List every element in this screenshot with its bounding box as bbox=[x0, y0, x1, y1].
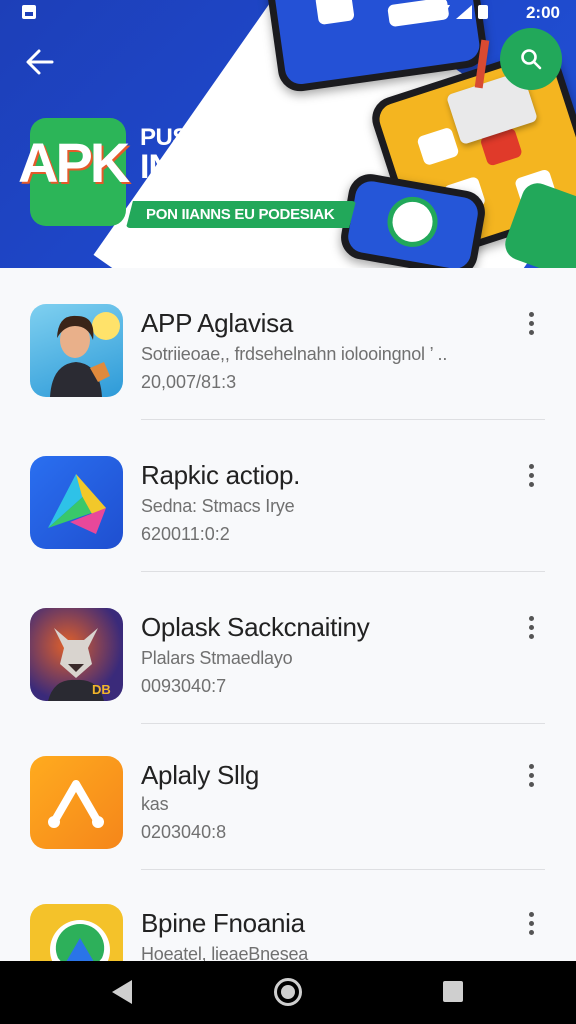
app-title: Rapkic actiop. bbox=[141, 460, 301, 490]
wifi-icon bbox=[434, 5, 450, 19]
search-button[interactable] bbox=[500, 28, 562, 90]
fox-character-icon: DB bbox=[30, 608, 123, 701]
list-item[interactable]: APP Aglavisa Sotriieoae,, frdsehelnahn i… bbox=[0, 268, 576, 420]
nav-recents-icon[interactable] bbox=[443, 981, 463, 1002]
more-options-icon[interactable] bbox=[518, 460, 544, 490]
app-title: Oplask Sackcnaitiny bbox=[141, 612, 370, 642]
app-subtitle: kas bbox=[141, 794, 169, 814]
status-time: 2:00 bbox=[525, 3, 560, 22]
signal-icon bbox=[456, 5, 472, 19]
app-date: 0093040:7 bbox=[141, 676, 227, 696]
back-arrow-icon[interactable] bbox=[24, 46, 58, 78]
more-options-icon[interactable] bbox=[518, 908, 544, 938]
app-subtitle: Sedna: Stmacs Irye bbox=[141, 496, 295, 516]
navigation-bar bbox=[0, 961, 576, 1024]
app-title: Aplaly Sllg bbox=[141, 760, 260, 790]
svg-text:DB: DB bbox=[92, 682, 111, 697]
app-title: APP Aglavisa bbox=[141, 308, 294, 338]
more-options-icon[interactable] bbox=[518, 612, 544, 642]
more-options-icon[interactable] bbox=[518, 308, 544, 338]
colorful-play-icon bbox=[30, 456, 123, 549]
nav-home-icon[interactable] bbox=[274, 978, 302, 1006]
app-date: 0203040:8 bbox=[141, 822, 227, 842]
banner-tagline: PON IIANNS EU PODESIAK bbox=[126, 201, 356, 228]
character-portrait-icon bbox=[30, 304, 123, 397]
more-options-icon[interactable] bbox=[518, 760, 544, 790]
list-item[interactable]: Aplaly Sllg kas 0203040:8 bbox=[0, 724, 576, 876]
status-bar: 2:00 bbox=[0, 0, 576, 26]
orange-arrow-icon bbox=[30, 756, 123, 849]
nav-back-icon[interactable] bbox=[112, 980, 132, 1004]
search-icon bbox=[521, 49, 542, 70]
list-item[interactable]: Rapkic actiop. Sedna: Stmacs Irye 620011… bbox=[0, 420, 576, 572]
apk-logo-text: APK bbox=[18, 131, 130, 194]
app-list: APP Aglavisa Sotriieoae,, frdsehelnahn i… bbox=[0, 268, 576, 997]
app-date: 20,007/81:3 bbox=[141, 372, 237, 392]
app-subtitle: Sotriieoae,, frdsehelnahn iolooingnol ’ … bbox=[141, 344, 448, 364]
app-date: 620011:0:2 bbox=[141, 524, 230, 544]
app-subtitle: Plalars Stmaedlayo bbox=[141, 648, 293, 668]
banner-title: INDOANESIA bbox=[140, 148, 344, 186]
header-banner: 2:00 APK PUSARY APP INDOANESIA Aabestoei… bbox=[0, 0, 576, 268]
notification-icon bbox=[22, 5, 36, 19]
list-item[interactable]: DB Oplask Sackcnaitiny Plalars Stmaedlay… bbox=[0, 572, 576, 724]
banner-caption: Aabestoeifrss bbox=[276, 184, 331, 194]
app-title: Bpine Fnoania bbox=[141, 908, 305, 938]
battery-icon bbox=[478, 5, 488, 19]
